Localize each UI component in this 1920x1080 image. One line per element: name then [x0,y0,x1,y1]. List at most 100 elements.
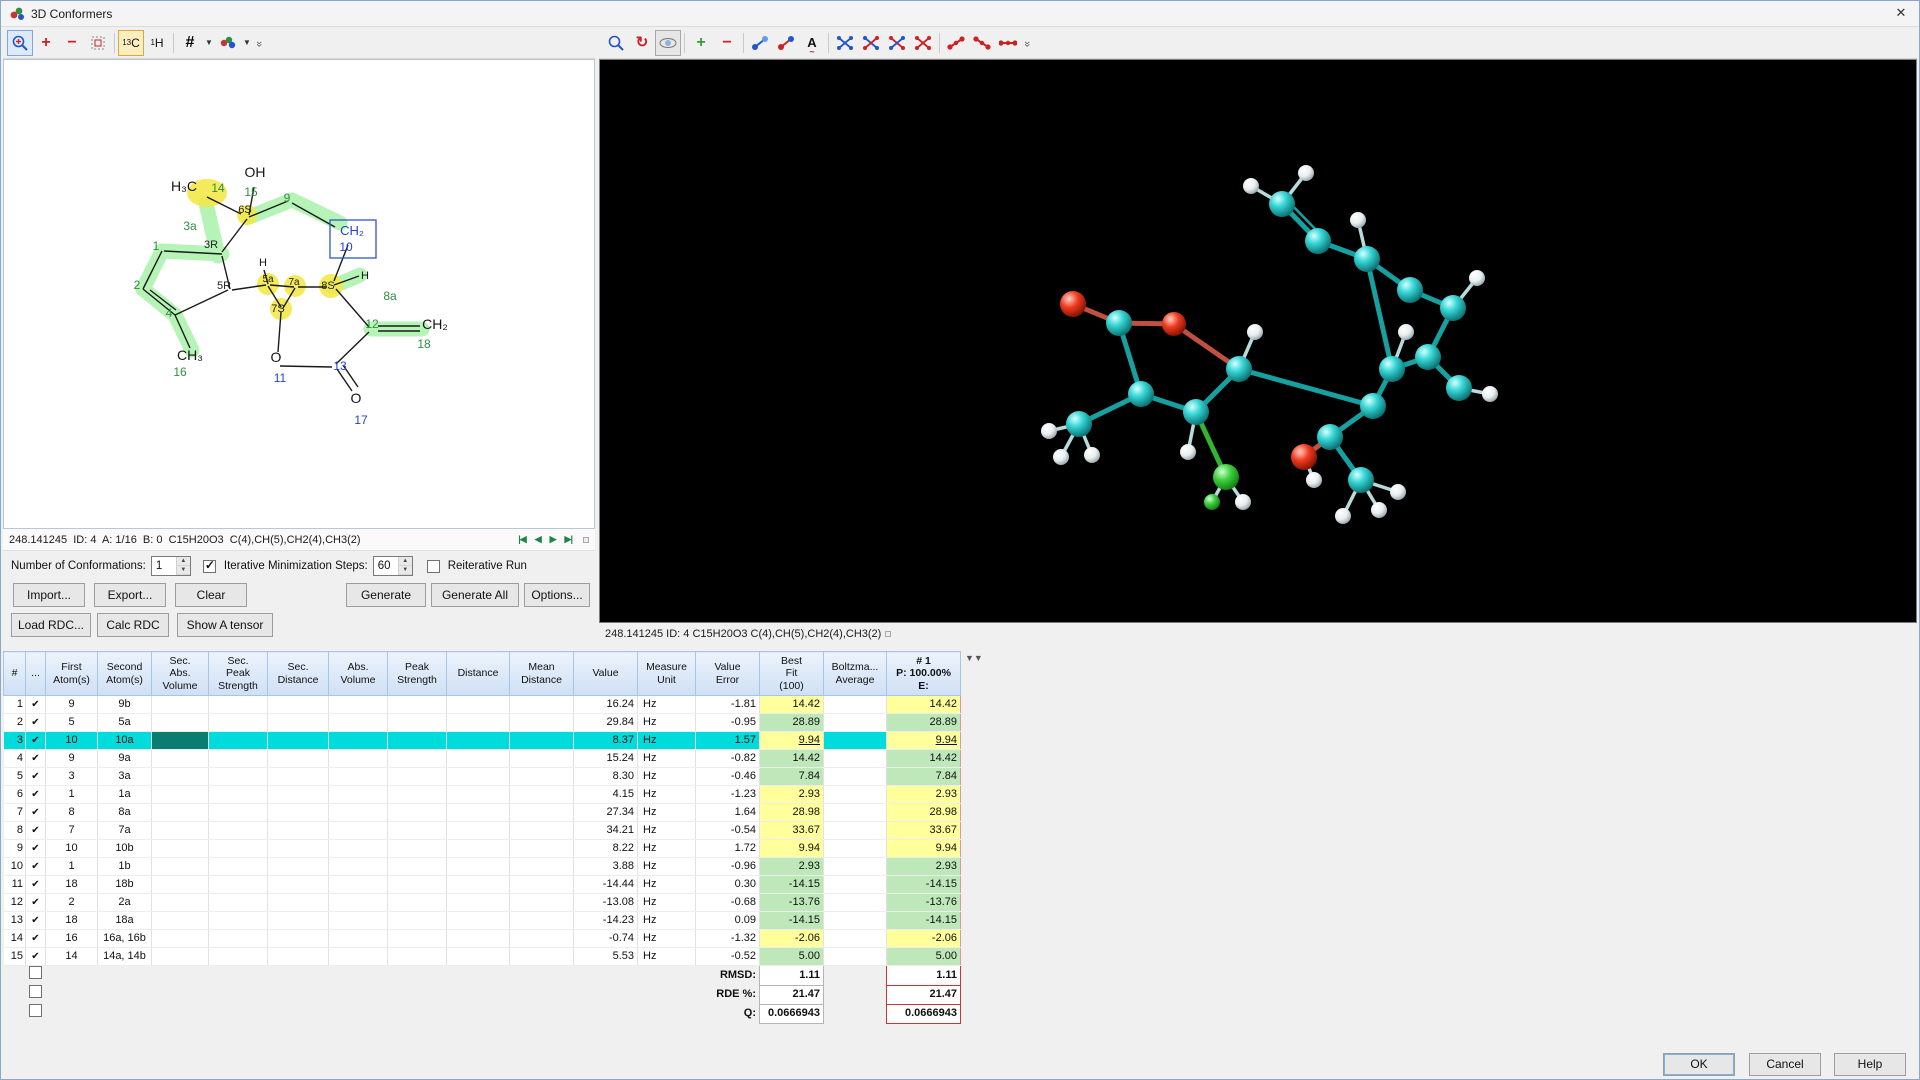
cell-value[interactable]: 27.34 [574,804,638,822]
cell-blank[interactable] [329,732,388,750]
zoom-tool-button[interactable] [7,30,33,56]
cell-value[interactable]: 3.88 [574,858,638,876]
table-row[interactable]: 2✔55a29.84Hz-0.9528.8928.89 [4,714,961,732]
cell-unit[interactable]: Hz [638,714,696,732]
column-chooser-icon[interactable]: ▼▼ [965,653,983,663]
cell-boltzmann[interactable] [824,948,887,966]
structure-2d-canvas[interactable]: H₃C14OH156S93aCH₂103R1H5R5a7a8SH8a27S12C… [3,59,595,529]
clear-button[interactable]: Clear [175,583,247,607]
cell-conformer-1[interactable]: -13.76 [887,894,961,912]
cell-blank[interactable] [388,822,447,840]
iterative-steps-value[interactable]: 60 [374,557,398,575]
cell-first[interactable]: 10 [46,840,98,858]
table-row[interactable]: 14✔1616a, 16b-0.74Hz-1.32-2.06-2.06 [4,930,961,948]
cell-boltzmann[interactable] [824,912,887,930]
col-header-sec-dist[interactable]: Sec. Distance [268,652,329,696]
cell-first[interactable]: 2 [46,894,98,912]
table-row[interactable]: 10✔11b3.88Hz-0.962.932.93 [4,858,961,876]
rotate-icon[interactable]: ↻ [629,30,655,56]
cell-boltzmann[interactable] [824,786,887,804]
cell-first[interactable]: 8 [46,804,98,822]
cell-unit[interactable]: Hz [638,858,696,876]
cell-second[interactable]: 1a [98,786,152,804]
cell-second[interactable]: 3a [98,768,152,786]
cell-blank[interactable] [447,858,510,876]
cell-error[interactable]: 1.57 [696,732,760,750]
cell-blank[interactable] [329,840,388,858]
status-options-icon[interactable] [885,631,891,637]
cell-blank[interactable] [209,714,268,732]
cell-unit[interactable]: Hz [638,732,696,750]
col-header-best-fit[interactable]: Best Fit (100) [760,652,824,696]
show-a-tensor-button[interactable]: Show A tensor [177,613,273,637]
cell-blank[interactable] [209,894,268,912]
zoom-out-button[interactable]: − [59,30,85,56]
cell-second[interactable]: 18a [98,912,152,930]
next-record-button[interactable]: ▶ [547,533,559,546]
cell-index[interactable]: 9 [4,840,26,858]
cell-blank[interactable] [510,840,574,858]
cell-value[interactable]: 4.15 [574,786,638,804]
cell-blank[interactable] [152,732,209,750]
cell-boltzmann[interactable] [824,822,887,840]
cell-blank[interactable] [329,714,388,732]
cell-index[interactable]: 7 [4,804,26,822]
cell-blank[interactable] [152,840,209,858]
zoom-3d-icon[interactable] [603,30,629,56]
cell-first[interactable]: 9 [46,696,98,714]
rdc-vector-icon-2[interactable] [969,30,995,56]
last-record-button[interactable]: ▶| [562,533,575,546]
cell-blank[interactable] [388,840,447,858]
title-bar[interactable]: 3D Conformers ✕ [1,1,1919,27]
cell-blank[interactable] [329,930,388,948]
cell-unit[interactable]: Hz [638,696,696,714]
cell-blank[interactable] [152,822,209,840]
cell-blank[interactable] [268,858,329,876]
footer-checkbox-cell[interactable] [26,1004,46,1023]
cell-second[interactable]: 2a [98,894,152,912]
cell-blank[interactable] [447,696,510,714]
cell-error[interactable]: -0.52 [696,948,760,966]
cell-blank[interactable] [152,930,209,948]
prev-record-button[interactable]: ◀ [532,533,544,546]
cell-blank[interactable] [329,768,388,786]
cell-blank[interactable] [510,948,574,966]
cell-blank[interactable] [388,696,447,714]
cell-blank[interactable] [388,912,447,930]
table-row[interactable]: 15✔1414a, 14b5.53Hz-0.525.005.00 [4,948,961,966]
cell-error[interactable]: -1.23 [696,786,760,804]
cell-unit[interactable]: Hz [638,948,696,966]
stepper-arrows-icon[interactable]: ▲▼ [398,557,412,575]
cell-blank[interactable] [510,804,574,822]
cell-value[interactable]: 16.24 [574,696,638,714]
cell-blank[interactable] [388,930,447,948]
cell-blank[interactable] [329,876,388,894]
cell-blank[interactable] [510,894,574,912]
generate-button[interactable]: Generate [346,583,426,607]
cell-blank[interactable] [388,714,447,732]
cell-blank[interactable] [447,732,510,750]
cell-second[interactable]: 16a, 16b [98,930,152,948]
cell-index[interactable]: 1 [4,696,26,714]
cell-best-fit[interactable]: 14.42 [760,696,824,714]
cell-conformer-1[interactable]: 14.42 [887,750,961,768]
cell-blank[interactable] [209,696,268,714]
cell-boltzmann[interactable] [824,894,887,912]
cell-blank[interactable] [268,714,329,732]
col-header-mean-dist[interactable]: Mean Distance [510,652,574,696]
table-row[interactable]: 1✔99b16.24Hz-1.8114.4214.42 [4,696,961,714]
cell-index[interactable]: 2 [4,714,26,732]
cell-blank[interactable] [268,912,329,930]
cell-blank[interactable] [388,894,447,912]
cell-check[interactable]: ✔ [26,840,46,858]
iterative-minimization-checkbox[interactable] [203,560,216,573]
cell-blank[interactable] [152,696,209,714]
cell-blank[interactable] [268,948,329,966]
cell-blank[interactable] [388,732,447,750]
cell-blank[interactable] [510,822,574,840]
cell-blank[interactable] [388,858,447,876]
cell-error[interactable]: -1.32 [696,930,760,948]
cell-error[interactable]: 0.30 [696,876,760,894]
cell-blank[interactable] [152,948,209,966]
cell-conformer-1[interactable]: 7.84 [887,768,961,786]
